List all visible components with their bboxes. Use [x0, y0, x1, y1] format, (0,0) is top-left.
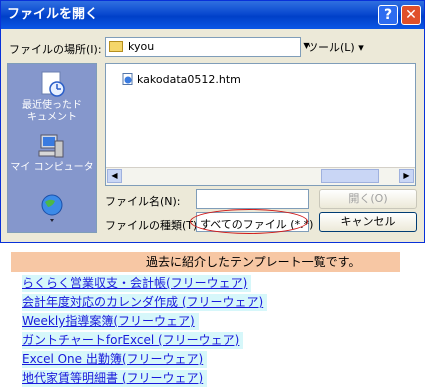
- location-label: ファイルの場所(I):: [9, 43, 102, 56]
- cancel-button[interactable]: キャンセル: [319, 212, 417, 232]
- place-my-computer-label: マイ コンピュータ: [10, 162, 94, 173]
- file-list[interactable]: kakodata0512.htm ◀ ▶: [105, 63, 416, 186]
- location-value: kyou: [128, 40, 155, 53]
- scroll-left-button[interactable]: ◀: [107, 169, 122, 183]
- template-link[interactable]: 会計年度対応のカレンダ作成 (フリーウェア): [22, 294, 268, 311]
- title-bar[interactable]: ファイルを開く ? ✕: [1, 1, 424, 29]
- template-link[interactable]: らくらく営業収支・会計帳(フリーウェア): [22, 275, 252, 292]
- file-item[interactable]: kakodata0512.htm: [122, 73, 241, 86]
- place-my-network[interactable]: [8, 192, 96, 224]
- location-combobox[interactable]: kyou: [105, 37, 301, 57]
- scroll-thumb[interactable]: [321, 169, 379, 183]
- dialog-title: ファイルを開く: [7, 7, 99, 22]
- filename-input[interactable]: [196, 189, 309, 209]
- template-link[interactable]: ガントチャートforExcel (フリーウェア): [22, 332, 244, 349]
- network-globe-icon: [41, 194, 63, 222]
- place-my-computer[interactable]: マイ コンピュータ: [8, 132, 96, 174]
- folder-icon: [109, 41, 123, 52]
- filetype-label: ファイルの種類(T):: [105, 219, 202, 232]
- computer-icon: [38, 134, 64, 158]
- banner: 過去に紹介したテンプレート一覧です。: [11, 252, 400, 272]
- horizontal-scrollbar[interactable]: ◀ ▶: [106, 167, 415, 185]
- scroll-right-button[interactable]: ▶: [399, 169, 414, 183]
- filename-label: ファイル名(N):: [105, 195, 181, 208]
- template-link[interactable]: Weekly指導案簿(フリーウェア): [22, 313, 199, 330]
- template-link[interactable]: 地代家賃等明細書 (フリーウェア): [22, 370, 208, 387]
- file-name: kakodata0512.htm: [137, 73, 241, 86]
- places-bar: 最近使ったドキュメント マイ コンピュータ: [7, 63, 97, 233]
- recent-documents-icon: [41, 71, 65, 97]
- tools-menu-button[interactable]: ツール(L) ▾: [307, 39, 364, 55]
- place-recent-label: 最近使ったドキュメント: [22, 100, 82, 123]
- help-button[interactable]: ?: [378, 5, 398, 25]
- html-file-icon: [122, 73, 133, 85]
- banner-text: 過去に紹介したテンプレート一覧です。: [146, 255, 361, 269]
- template-link[interactable]: Excel One 出勤簿(フリーウェア): [22, 351, 208, 368]
- close-button[interactable]: ✕: [401, 5, 421, 25]
- place-recent-documents[interactable]: 最近使ったドキュメント: [8, 70, 96, 124]
- open-file-dialog: ファイルを開く ? ✕ ファイルの場所(I): kyou ▼ ツール(L) ▾ …: [0, 0, 425, 243]
- highlight-oval: [190, 209, 308, 234]
- open-button[interactable]: 開く(O): [319, 189, 417, 209]
